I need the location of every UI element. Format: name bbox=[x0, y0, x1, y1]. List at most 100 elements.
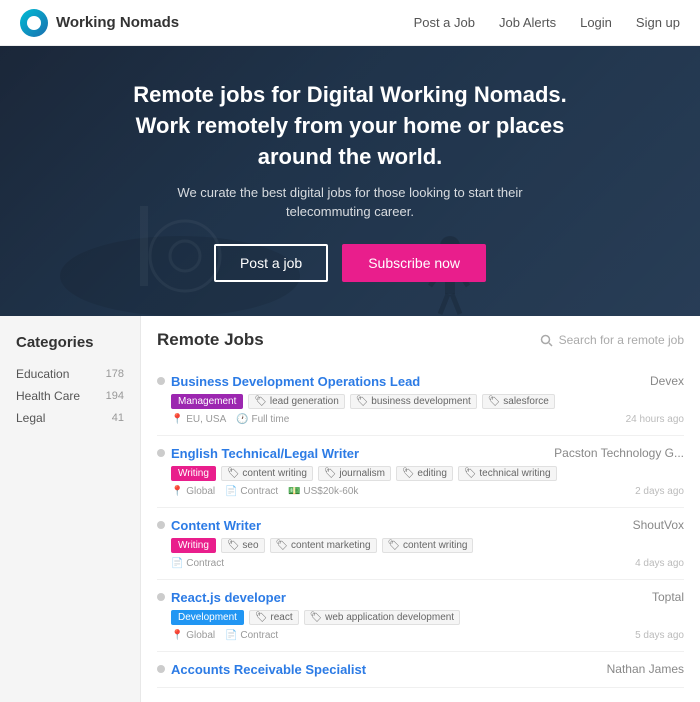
hero-title: Remote jobs for Digital Working Nomads. … bbox=[110, 80, 590, 172]
sidebar-count-education: 178 bbox=[106, 368, 124, 380]
job-title-3[interactable]: React.js developer bbox=[171, 590, 286, 605]
sidebar-title: Categories bbox=[16, 334, 124, 351]
job-dot-4 bbox=[157, 665, 165, 673]
job-company-3: Toptal bbox=[652, 590, 684, 604]
job-category-2[interactable]: Writing bbox=[171, 538, 216, 553]
job-category-3[interactable]: Development bbox=[171, 610, 244, 625]
job-header-2: Content Writer ShoutVox bbox=[157, 518, 684, 533]
job-company-1: Pacston Technology G... bbox=[554, 446, 684, 460]
job-left-1: English Technical/Legal Writer bbox=[157, 446, 359, 461]
search-placeholder: Search for a remote job bbox=[559, 333, 684, 347]
job-meta-2: 📄 Contract 4 days ago bbox=[157, 558, 684, 569]
nav-post-job[interactable]: Post a Job bbox=[414, 15, 475, 30]
job-tag-1-1: 🏷 journalism bbox=[318, 466, 391, 481]
job-tags-1: Writing 🏷 content writing 🏷 journalism 🏷… bbox=[157, 466, 684, 481]
job-title-4[interactable]: Accounts Receivable Specialist bbox=[171, 662, 366, 677]
sidebar-item-education[interactable]: Education 178 bbox=[16, 363, 124, 385]
job-tag-3-1: 🏷 web application development bbox=[304, 610, 460, 625]
table-row: English Technical/Legal Writer Pacston T… bbox=[157, 436, 684, 508]
job-time-1: 2 days ago bbox=[635, 486, 684, 497]
job-meta-0: 📍 EU, USA 🕐 Full time 24 hours ago bbox=[157, 414, 684, 425]
brand-logo bbox=[20, 9, 48, 37]
job-category-1[interactable]: Writing bbox=[171, 466, 216, 481]
job-tag-1-2: 🏷 editing bbox=[396, 466, 453, 481]
job-meta-left-2: 📄 Contract bbox=[171, 558, 224, 569]
job-left-4: Accounts Receivable Specialist bbox=[157, 662, 366, 677]
job-header-1: English Technical/Legal Writer Pacston T… bbox=[157, 446, 684, 461]
job-company-4: Nathan James bbox=[607, 662, 684, 676]
job-type-1: 📄 Contract bbox=[225, 486, 278, 497]
job-tag-1-0: 🏷 content writing bbox=[221, 466, 313, 481]
hero-buttons: Post a job Subscribe now bbox=[214, 244, 486, 282]
main-content: Categories Education 178 Health Care 194… bbox=[0, 316, 700, 702]
sidebar-count-legal: 41 bbox=[112, 412, 124, 424]
search-icon bbox=[540, 334, 553, 347]
job-time-0: 24 hours ago bbox=[626, 414, 684, 425]
job-salary-1: 💵 US$20k-60k bbox=[288, 486, 358, 497]
sidebar-count-healthcare: 194 bbox=[106, 390, 124, 402]
job-meta-left-1: 📍 Global 📄 Contract 💵 US$20k-60k bbox=[171, 486, 358, 497]
job-time-2: 4 days ago bbox=[635, 558, 684, 569]
hero-subtitle: We curate the best digital jobs for thos… bbox=[170, 183, 530, 222]
nav-job-alerts[interactable]: Job Alerts bbox=[499, 15, 556, 30]
brand-logo-inner bbox=[27, 16, 41, 30]
table-row: Business Development Operations Lead Dev… bbox=[157, 364, 684, 436]
job-company-0: Devex bbox=[650, 374, 684, 388]
brand: Working Nomads bbox=[20, 9, 414, 37]
job-meta-left-3: 📍 Global 📄 Contract bbox=[171, 630, 278, 641]
sidebar-item-legal[interactable]: Legal 41 bbox=[16, 407, 124, 429]
job-category-0[interactable]: Management bbox=[171, 394, 243, 409]
job-header-4: Accounts Receivable Specialist Nathan Ja… bbox=[157, 662, 684, 677]
job-meta-3: 📍 Global 📄 Contract 5 days ago bbox=[157, 630, 684, 641]
sidebar-label-healthcare: Health Care bbox=[16, 389, 80, 403]
job-meta-1: 📍 Global 📄 Contract 💵 US$20k-60k 2 days … bbox=[157, 486, 684, 497]
subscribe-now-button[interactable]: Subscribe now bbox=[342, 244, 486, 282]
job-time-3: 5 days ago bbox=[635, 630, 684, 641]
table-row: Content Writer ShoutVox Writing 🏷 seo 🏷 … bbox=[157, 508, 684, 580]
sidebar-item-healthcare[interactable]: Health Care 194 bbox=[16, 385, 124, 407]
navbar: Working Nomads Post a Job Job Alerts Log… bbox=[0, 0, 700, 46]
job-tags-3: Development 🏷 react 🏷 web application de… bbox=[157, 610, 684, 625]
job-title-1[interactable]: English Technical/Legal Writer bbox=[171, 446, 359, 461]
job-tag-0-0: 🏷 lead generation bbox=[248, 394, 344, 409]
job-header-0: Business Development Operations Lead Dev… bbox=[157, 374, 684, 389]
post-job-button[interactable]: Post a job bbox=[214, 244, 328, 282]
job-tag-2-1: 🏷 content marketing bbox=[270, 538, 377, 553]
job-left-2: Content Writer bbox=[157, 518, 261, 533]
hero-section: Remote jobs for Digital Working Nomads. … bbox=[0, 46, 700, 316]
job-type-0: 🕐 Full time bbox=[236, 414, 289, 425]
sidebar-label-education: Education bbox=[16, 367, 69, 381]
job-type-3: 📄 Contract bbox=[225, 630, 278, 641]
job-tag-0-2: 🏷 salesforce bbox=[482, 394, 555, 409]
brand-name: Working Nomads bbox=[56, 14, 179, 31]
job-dot-2 bbox=[157, 521, 165, 529]
job-type-2: 📄 Contract bbox=[171, 558, 224, 569]
search-box[interactable]: Search for a remote job bbox=[540, 333, 684, 347]
job-list-title: Remote Jobs bbox=[157, 330, 264, 350]
job-list-header: Remote Jobs Search for a remote job bbox=[157, 330, 684, 350]
job-header-3: React.js developer Toptal bbox=[157, 590, 684, 605]
job-tag-3-0: 🏷 react bbox=[249, 610, 299, 625]
job-location-0: 📍 EU, USA bbox=[171, 414, 226, 425]
job-tags-0: Management 🏷 lead generation 🏷 business … bbox=[157, 394, 684, 409]
job-company-2: ShoutVox bbox=[633, 518, 684, 532]
navbar-links: Post a Job Job Alerts Login Sign up bbox=[414, 15, 680, 30]
sidebar: Categories Education 178 Health Care 194… bbox=[0, 316, 140, 702]
job-dot-0 bbox=[157, 377, 165, 385]
job-meta-left-0: 📍 EU, USA 🕐 Full time bbox=[171, 414, 289, 425]
job-left-0: Business Development Operations Lead bbox=[157, 374, 420, 389]
job-location-3: 📍 Global bbox=[171, 630, 215, 641]
job-location-1: 📍 Global bbox=[171, 486, 215, 497]
table-row: Accounts Receivable Specialist Nathan Ja… bbox=[157, 652, 684, 688]
job-title-2[interactable]: Content Writer bbox=[171, 518, 261, 533]
job-left-3: React.js developer bbox=[157, 590, 286, 605]
job-title-0[interactable]: Business Development Operations Lead bbox=[171, 374, 420, 389]
job-dot-3 bbox=[157, 593, 165, 601]
nav-login[interactable]: Login bbox=[580, 15, 612, 30]
job-tag-1-3: 🏷 technical writing bbox=[458, 466, 557, 481]
job-tag-2-2: 🏷 content writing bbox=[382, 538, 474, 553]
table-row: React.js developer Toptal Development 🏷 … bbox=[157, 580, 684, 652]
job-tag-2-0: 🏷 seo bbox=[221, 538, 265, 553]
nav-signup[interactable]: Sign up bbox=[636, 15, 680, 30]
sidebar-label-legal: Legal bbox=[16, 411, 45, 425]
